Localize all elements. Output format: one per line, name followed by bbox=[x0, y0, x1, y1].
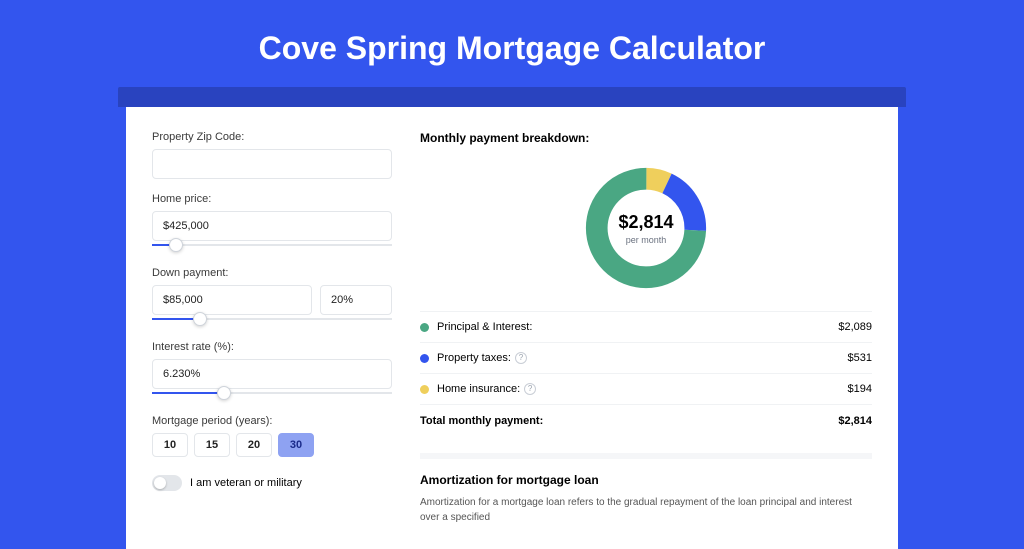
help-icon[interactable]: ? bbox=[515, 352, 527, 364]
legend-dot bbox=[420, 354, 429, 363]
period-option-30[interactable]: 30 bbox=[278, 433, 314, 457]
down-payment-slider[interactable] bbox=[152, 313, 392, 327]
slider-thumb[interactable] bbox=[217, 386, 231, 400]
down-payment-label: Down payment: bbox=[152, 267, 392, 279]
interest-rate-slider[interactable] bbox=[152, 387, 392, 401]
breakdown-label: Home insurance: ? bbox=[437, 383, 848, 395]
zip-label: Property Zip Code: bbox=[152, 131, 392, 143]
amortization-section: Amortization for mortgage loan Amortizat… bbox=[420, 453, 872, 525]
donut-chart: $2,814 per month bbox=[581, 163, 711, 293]
slider-thumb[interactable] bbox=[193, 312, 207, 326]
home-price-input[interactable] bbox=[152, 211, 392, 241]
veteran-label: I am veteran or military bbox=[190, 477, 302, 489]
breakdown-row: Property taxes: ?$531 bbox=[420, 342, 872, 373]
home-price-label: Home price: bbox=[152, 193, 392, 205]
breakdown-panel: Monthly payment breakdown: $2,814 per mo… bbox=[420, 131, 872, 525]
total-value: $2,814 bbox=[838, 415, 872, 427]
donut-amount: $2,814 bbox=[618, 212, 673, 233]
veteran-toggle[interactable] bbox=[152, 475, 182, 491]
mortgage-period-label: Mortgage period (years): bbox=[152, 415, 392, 427]
interest-rate-label: Interest rate (%): bbox=[152, 341, 392, 353]
breakdown-value: $194 bbox=[848, 383, 872, 395]
calculator-card: Property Zip Code: Home price: Down paym… bbox=[126, 107, 898, 549]
breakdown-label: Principal & Interest: bbox=[437, 321, 838, 333]
breakdown-label: Property taxes: ? bbox=[437, 352, 848, 364]
card-shadow bbox=[118, 87, 906, 107]
total-label: Total monthly payment: bbox=[420, 415, 838, 427]
breakdown-value: $2,089 bbox=[838, 321, 872, 333]
amortization-title: Amortization for mortgage loan bbox=[420, 473, 872, 487]
help-icon[interactable]: ? bbox=[524, 383, 536, 395]
down-payment-pct-input[interactable] bbox=[320, 285, 392, 315]
zip-input[interactable] bbox=[152, 149, 392, 179]
total-row: Total monthly payment: $2,814 bbox=[420, 404, 872, 437]
amortization-text: Amortization for a mortgage loan refers … bbox=[420, 495, 872, 525]
legend-dot bbox=[420, 323, 429, 332]
period-option-15[interactable]: 15 bbox=[194, 433, 230, 457]
form-panel: Property Zip Code: Home price: Down paym… bbox=[152, 131, 392, 525]
home-price-slider[interactable] bbox=[152, 239, 392, 253]
breakdown-value: $531 bbox=[848, 352, 872, 364]
interest-rate-input[interactable] bbox=[152, 359, 392, 389]
breakdown-title: Monthly payment breakdown: bbox=[420, 131, 872, 145]
legend-dot bbox=[420, 385, 429, 394]
down-payment-input[interactable] bbox=[152, 285, 312, 315]
mortgage-period-group: 10152030 bbox=[152, 433, 392, 457]
breakdown-row: Principal & Interest:$2,089 bbox=[420, 311, 872, 342]
breakdown-row: Home insurance: ?$194 bbox=[420, 373, 872, 404]
donut-subtext: per month bbox=[626, 235, 667, 245]
period-option-10[interactable]: 10 bbox=[152, 433, 188, 457]
page-title: Cove Spring Mortgage Calculator bbox=[0, 0, 1024, 87]
slider-thumb[interactable] bbox=[169, 238, 183, 252]
period-option-20[interactable]: 20 bbox=[236, 433, 272, 457]
